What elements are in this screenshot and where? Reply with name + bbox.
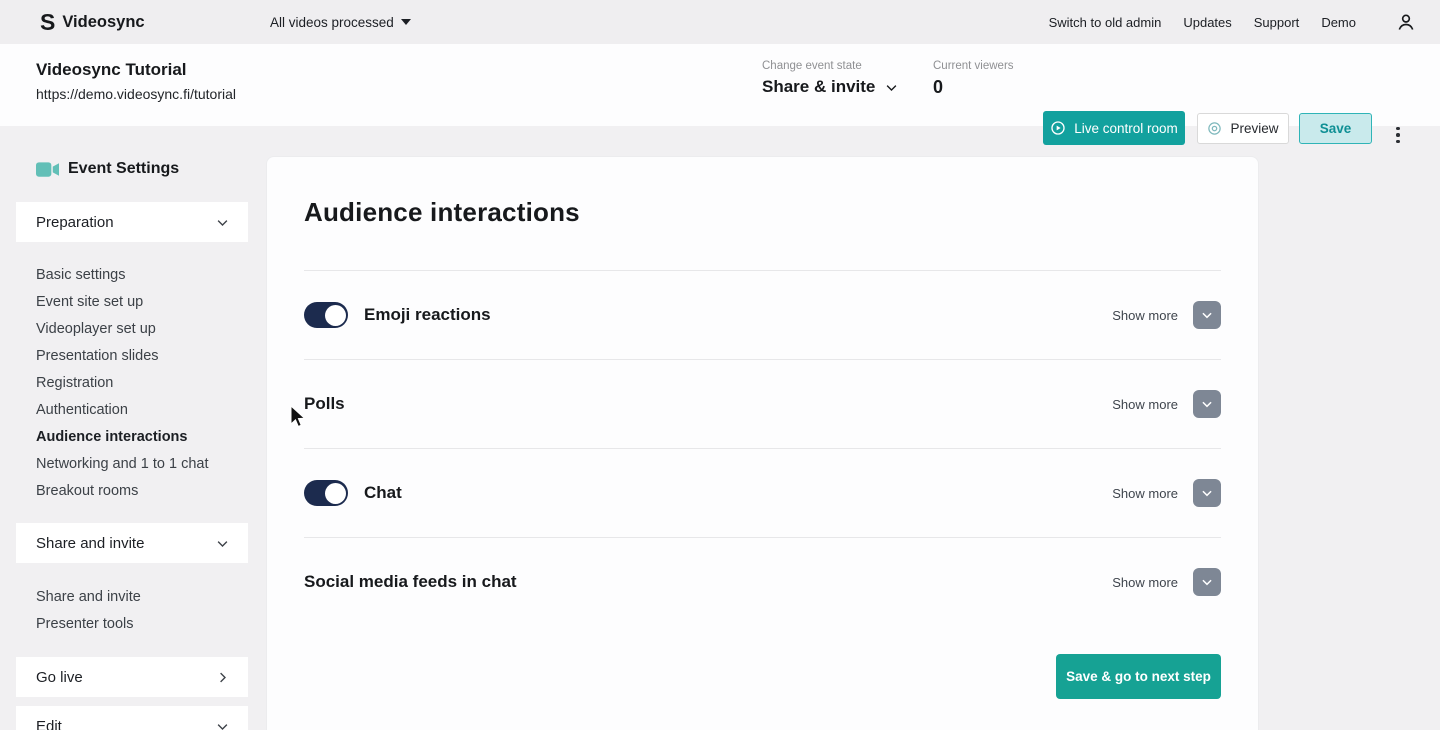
chevron-down-icon: [887, 84, 897, 91]
share-items: Share and invite Presenter tools: [36, 584, 248, 638]
show-more-link[interactable]: Show more: [1112, 308, 1178, 323]
chat-toggle[interactable]: [304, 480, 348, 506]
sidebar-section-edit[interactable]: Edit: [16, 706, 248, 730]
expand-chevron-button[interactable]: [1193, 301, 1221, 329]
feature-row-chat: Chat Show more: [304, 449, 1221, 537]
emoji-reactions-toggle[interactable]: [304, 302, 348, 328]
chevron-down-icon: [1202, 401, 1212, 408]
sidebar-section-go-live[interactable]: Go live: [16, 657, 248, 697]
eye-icon: [1208, 122, 1222, 135]
link-support[interactable]: Support: [1254, 15, 1300, 30]
sidebar-item-presentation-slides[interactable]: Presentation slides: [36, 343, 248, 370]
event-title-block: Videosync Tutorial https://demo.videosyn…: [36, 60, 236, 102]
event-state-block: Change event state Share & invite: [762, 60, 899, 97]
event-state-value: Share & invite: [762, 77, 876, 96]
chevron-down-icon: [217, 723, 228, 730]
chevron-down-icon: [1202, 312, 1212, 319]
sidebar-item-basic-settings[interactable]: Basic settings: [36, 262, 248, 289]
preview-button[interactable]: Preview: [1197, 113, 1289, 144]
videosync-brand[interactable]: S Videosync: [40, 0, 145, 44]
expand-chevron-button[interactable]: [1193, 479, 1221, 507]
chevron-down-icon: [1202, 490, 1212, 497]
chevron-down-icon: [217, 219, 228, 226]
feature-label: Social media feeds in chat: [304, 572, 517, 591]
sidebar-item-authentication[interactable]: Authentication: [36, 397, 248, 424]
audience-interactions-panel: Audience interactions Emoji reactions Sh…: [266, 156, 1259, 730]
sidebar-item-audience-interactions[interactable]: Audience interactions: [36, 424, 248, 451]
top-bar: S Videosync All videos processed Switch …: [0, 0, 1440, 44]
video-camera-icon: [36, 161, 59, 177]
chevron-down-icon: [1202, 579, 1212, 586]
event-url[interactable]: https://demo.videosync.fi/tutorial: [36, 86, 236, 102]
sidebar-title: Event Settings: [36, 160, 179, 178]
feature-label: Polls: [304, 394, 345, 413]
current-viewers-block: Current viewers 0: [933, 60, 1014, 98]
save-and-next-step-button[interactable]: Save & go to next step: [1056, 654, 1221, 699]
preparation-items: Basic settings Event site set up Videopl…: [36, 262, 248, 505]
expand-chevron-button[interactable]: [1193, 568, 1221, 596]
chevron-right-icon: [220, 672, 226, 682]
show-more-link[interactable]: Show more: [1112, 575, 1178, 590]
feature-label: Chat: [364, 483, 402, 502]
live-control-room-button[interactable]: Live control room: [1043, 111, 1185, 145]
feature-row-polls: Polls Show more: [304, 360, 1221, 448]
chevron-down-icon: [217, 540, 228, 547]
link-switch-old-admin[interactable]: Switch to old admin: [1049, 15, 1162, 30]
change-event-state-label: Change event state: [762, 60, 862, 72]
more-options-kebab-icon[interactable]: [1390, 118, 1406, 152]
feature-label: Emoji reactions: [364, 305, 491, 324]
show-more-link[interactable]: Show more: [1112, 397, 1178, 412]
sidebar-item-videoplayer-set-up[interactable]: Videoplayer set up: [36, 316, 248, 343]
link-demo[interactable]: Demo: [1321, 15, 1356, 30]
expand-chevron-button[interactable]: [1193, 390, 1221, 418]
videos-processed-dropdown[interactable]: All videos processed: [270, 0, 411, 44]
sidebar-item-share-and-invite[interactable]: Share and invite: [36, 584, 248, 611]
sidebar-item-event-site-set-up[interactable]: Event site set up: [36, 289, 248, 316]
topbar-links: Switch to old admin Updates Support Demo: [1049, 0, 1416, 44]
current-viewers-label: Current viewers: [933, 60, 1014, 72]
save-button[interactable]: Save: [1299, 113, 1372, 144]
event-title: Videosync Tutorial: [36, 60, 187, 79]
videos-processed-label: All videos processed: [270, 14, 394, 30]
current-viewers-count: 0: [933, 77, 944, 97]
sidebar-item-breakout-rooms[interactable]: Breakout rooms: [36, 478, 248, 505]
caret-down-icon: [400, 19, 411, 25]
feature-row-emoji-reactions: Emoji reactions Show more: [304, 271, 1221, 359]
sidebar-section-share-and-invite[interactable]: Share and invite: [16, 523, 248, 563]
link-updates[interactable]: Updates: [1183, 15, 1231, 30]
user-account-icon[interactable]: [1396, 12, 1416, 32]
event-state-dropdown[interactable]: Share & invite: [762, 77, 899, 97]
event-header: Videosync Tutorial https://demo.videosyn…: [0, 44, 1440, 145]
feature-row-social-media-feeds: Social media feeds in chat Show more: [304, 538, 1221, 626]
page-title: Audience interactions: [304, 197, 580, 227]
sidebar-item-presenter-tools[interactable]: Presenter tools: [36, 611, 248, 638]
show-more-link[interactable]: Show more: [1112, 486, 1178, 501]
brand-name: Videosync: [62, 12, 145, 31]
play-circle-icon: [1051, 121, 1065, 135]
sidebar-item-networking[interactable]: Networking and 1 to 1 chat: [36, 451, 248, 478]
sidebar-item-registration[interactable]: Registration: [36, 370, 248, 397]
videosync-logo-icon: S: [40, 8, 56, 35]
sidebar-section-preparation[interactable]: Preparation: [16, 202, 248, 242]
